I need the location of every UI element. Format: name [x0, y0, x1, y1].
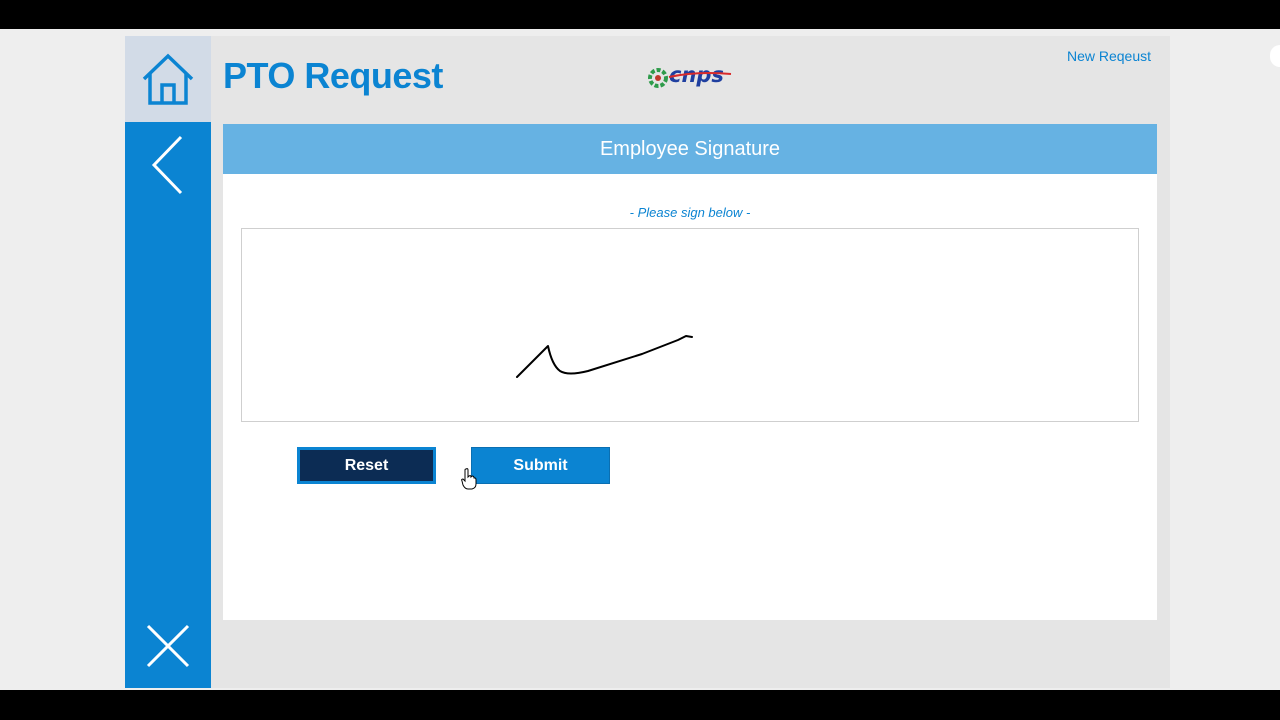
app-window: PTO Request cnps New Reqeust Employee Si… — [125, 36, 1170, 688]
home-icon — [142, 53, 194, 105]
panel-header: Employee Signature — [223, 124, 1157, 174]
sign-hint: - Please sign below - — [629, 205, 751, 220]
logo-swoosh — [668, 72, 732, 78]
back-button[interactable] — [125, 122, 211, 208]
edge-dot — [1270, 45, 1280, 67]
close-button[interactable] — [125, 612, 211, 680]
bottom-letterbox — [0, 690, 1280, 720]
submit-button[interactable]: Submit — [471, 447, 610, 484]
close-icon — [146, 624, 190, 668]
reset-button[interactable]: Reset — [297, 447, 436, 484]
top-letterbox — [0, 0, 1280, 29]
left-rail — [125, 36, 211, 688]
signature-pad[interactable] — [241, 228, 1139, 422]
home-button[interactable] — [125, 36, 211, 122]
signature-panel: Employee Signature - Please sign below -… — [223, 124, 1157, 620]
hand-cursor-icon — [461, 468, 477, 490]
logo-mark-icon — [648, 68, 668, 88]
company-logo: cnps — [647, 63, 735, 90]
chevron-left-icon — [151, 135, 183, 195]
page-title: PTO Request — [223, 55, 443, 96]
new-request-link[interactable]: New Reqeust — [1065, 48, 1151, 64]
signature-stroke — [516, 335, 693, 378]
